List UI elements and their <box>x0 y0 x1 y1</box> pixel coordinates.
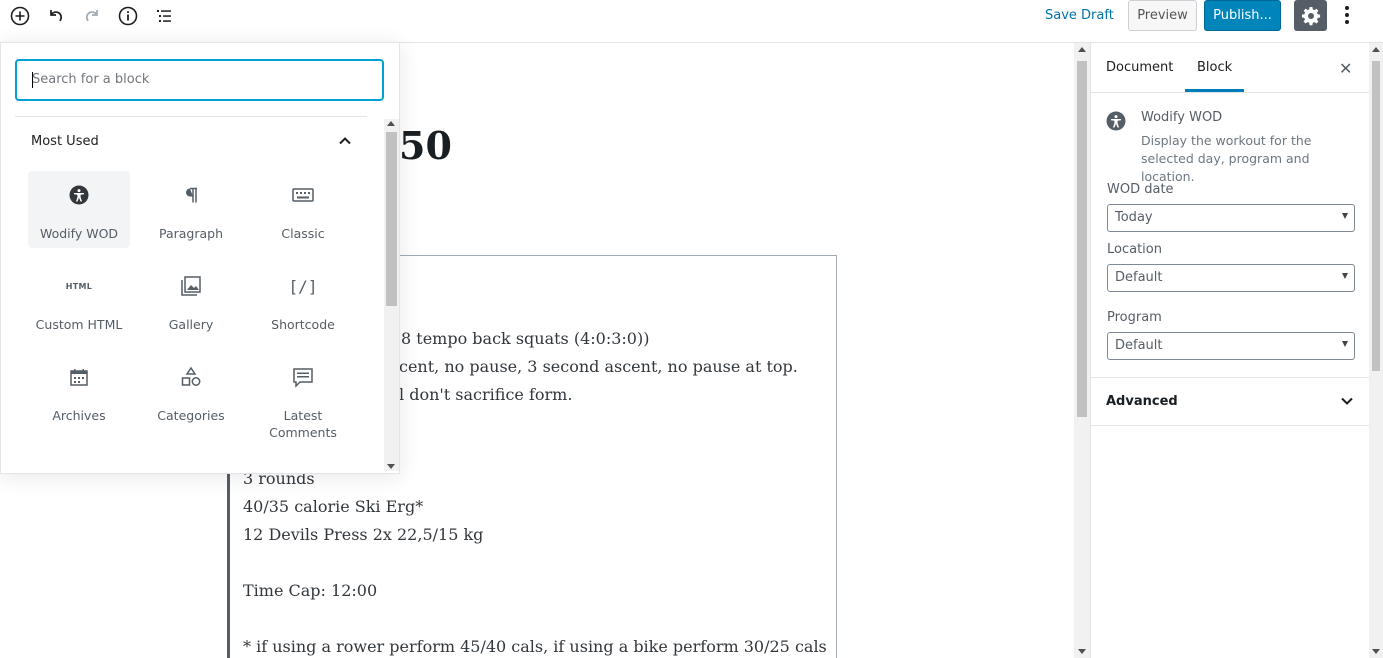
sidebar-tabs: Document Block ✕ <box>1091 43 1370 93</box>
wod-date-label: WOD date <box>1107 182 1174 197</box>
wod-line: 40/35 calorie Ski Erg* <box>243 497 424 516</box>
block-item-classic[interactable]: Classic <box>252 171 354 248</box>
block-title: Wodify WOD <box>1141 110 1223 125</box>
gallery-icon <box>140 274 242 298</box>
block-item-label: Categories <box>157 408 225 423</box>
block-item-gallery[interactable]: Gallery <box>140 262 242 339</box>
block-item-label: Classic <box>281 226 325 241</box>
block-item-label: Archives <box>52 408 106 423</box>
chevron-down-icon[interactable] <box>1339 393 1355 413</box>
block-item-wodify-wod[interactable]: Wodify WOD <box>28 171 130 248</box>
location-label: Location <box>1107 242 1162 257</box>
block-inserter-popover: Search for a block Most Used Wodify WOD … <box>0 42 400 474</box>
program-value: Default <box>1115 338 1163 353</box>
block-item-label: Gallery <box>168 317 214 332</box>
scrollbar-thumb[interactable] <box>386 132 397 306</box>
scroll-up-arrow[interactable] <box>1372 47 1380 52</box>
block-item-shortcode[interactable]: [/] Shortcode <box>252 262 354 339</box>
sidebar-scrollbar[interactable] <box>1369 43 1383 658</box>
text-cursor <box>32 72 33 88</box>
wod-line: l don't sacrifice form. <box>399 385 573 404</box>
search-placeholder: Search for a block <box>32 72 150 87</box>
chevron-down-icon <box>1342 341 1348 347</box>
chevron-down-icon <box>1342 213 1348 219</box>
wod-line: cent, no pause, 3 second ascent, no paus… <box>399 357 798 376</box>
block-item-categories[interactable]: Categories <box>140 353 242 430</box>
wod-line: 8 tempo back squats (4:0:3:0)) <box>401 329 650 348</box>
advanced-panel-toggle[interactable]: Advanced <box>1106 394 1178 409</box>
outline-icon[interactable] <box>152 4 176 28</box>
program-select[interactable]: Default <box>1107 332 1355 360</box>
block-item-latest-comments[interactable]: Latest Comments <box>252 353 354 440</box>
person-icon <box>28 183 130 207</box>
save-draft-button[interactable]: Save Draft <box>1045 8 1114 23</box>
block-item-label: Custom HTML <box>35 317 123 332</box>
close-icon[interactable]: ✕ <box>1339 59 1352 78</box>
block-description: Display the workout for the selected day… <box>1141 133 1312 184</box>
settings-sidebar: Document Block ✕ Wodify WOD Display the … <box>1090 43 1370 658</box>
chevron-up-icon[interactable] <box>337 133 353 153</box>
shapes-icon <box>140 365 242 389</box>
wod-line: * if using a rower perform 45/40 cals, i… <box>243 637 827 656</box>
editor-scrollbar[interactable] <box>1074 43 1090 658</box>
block-item-archives[interactable]: Archives <box>28 353 130 430</box>
redo-icon[interactable] <box>80 4 104 28</box>
wod-date-value: Today <box>1115 210 1153 225</box>
wod-date-select[interactable]: Today <box>1107 204 1355 232</box>
post-title[interactable]: 50 <box>399 123 452 168</box>
add-block-icon[interactable] <box>8 4 32 28</box>
divider <box>15 116 367 117</box>
person-icon <box>1106 111 1126 135</box>
keyboard-icon <box>252 183 354 207</box>
gear-icon <box>1301 6 1320 25</box>
tab-document[interactable]: Document <box>1106 60 1173 75</box>
scroll-down-arrow[interactable] <box>1372 649 1380 654</box>
block-item-label: Paragraph <box>158 226 224 241</box>
html-icon: HTML <box>28 274 130 298</box>
more-vertical-icon[interactable] <box>1338 2 1356 28</box>
undo-icon[interactable] <box>44 4 68 28</box>
info-icon[interactable] <box>116 4 140 28</box>
chevron-down-icon <box>1342 273 1348 279</box>
location-select[interactable]: Default <box>1107 264 1355 292</box>
shortcode-icon-text: [/] <box>288 276 318 296</box>
publish-button[interactable]: Publish... <box>1204 0 1281 31</box>
pilcrow-icon <box>140 183 242 207</box>
settings-button[interactable] <box>1294 0 1327 31</box>
block-item-label: Latest Comments <box>269 408 337 440</box>
divider <box>1091 377 1370 378</box>
scroll-down-arrow[interactable] <box>387 464 395 469</box>
block-item-paragraph[interactable]: Paragraph <box>140 171 242 248</box>
html-icon-text: HTML <box>65 281 93 291</box>
panel-title-most-used[interactable]: Most Used <box>31 134 99 149</box>
block-item-custom-html[interactable]: HTML Custom HTML <box>28 262 130 339</box>
block-item-label: Wodify WOD <box>39 226 119 241</box>
wod-line: Time Cap: 12:00 <box>243 581 378 600</box>
wod-line: 12 Devils Press 2x 22,5/15 kg <box>243 525 484 544</box>
program-label: Program <box>1107 310 1162 325</box>
scroll-down-arrow[interactable] <box>1078 649 1086 654</box>
shortcode-icon: [/] <box>252 274 354 298</box>
tab-block[interactable]: Block <box>1197 60 1232 75</box>
preview-button[interactable]: Preview <box>1128 0 1197 31</box>
scrollbar-thumb[interactable] <box>1372 61 1380 371</box>
location-value: Default <box>1115 270 1163 285</box>
block-search-input[interactable]: Search for a block <box>15 59 384 101</box>
editor-toolbar: Save Draft Preview Publish... <box>0 0 1383 43</box>
comment-icon <box>252 365 354 389</box>
inserter-scrollbar[interactable] <box>384 119 399 471</box>
divider <box>1091 425 1370 426</box>
active-tab-indicator <box>1185 89 1244 92</box>
calendar-icon <box>28 365 130 389</box>
scroll-up-arrow[interactable] <box>1078 47 1086 52</box>
scroll-up-arrow[interactable] <box>387 121 395 126</box>
scrollbar-thumb[interactable] <box>1077 61 1087 417</box>
block-item-label: Shortcode <box>271 317 335 332</box>
